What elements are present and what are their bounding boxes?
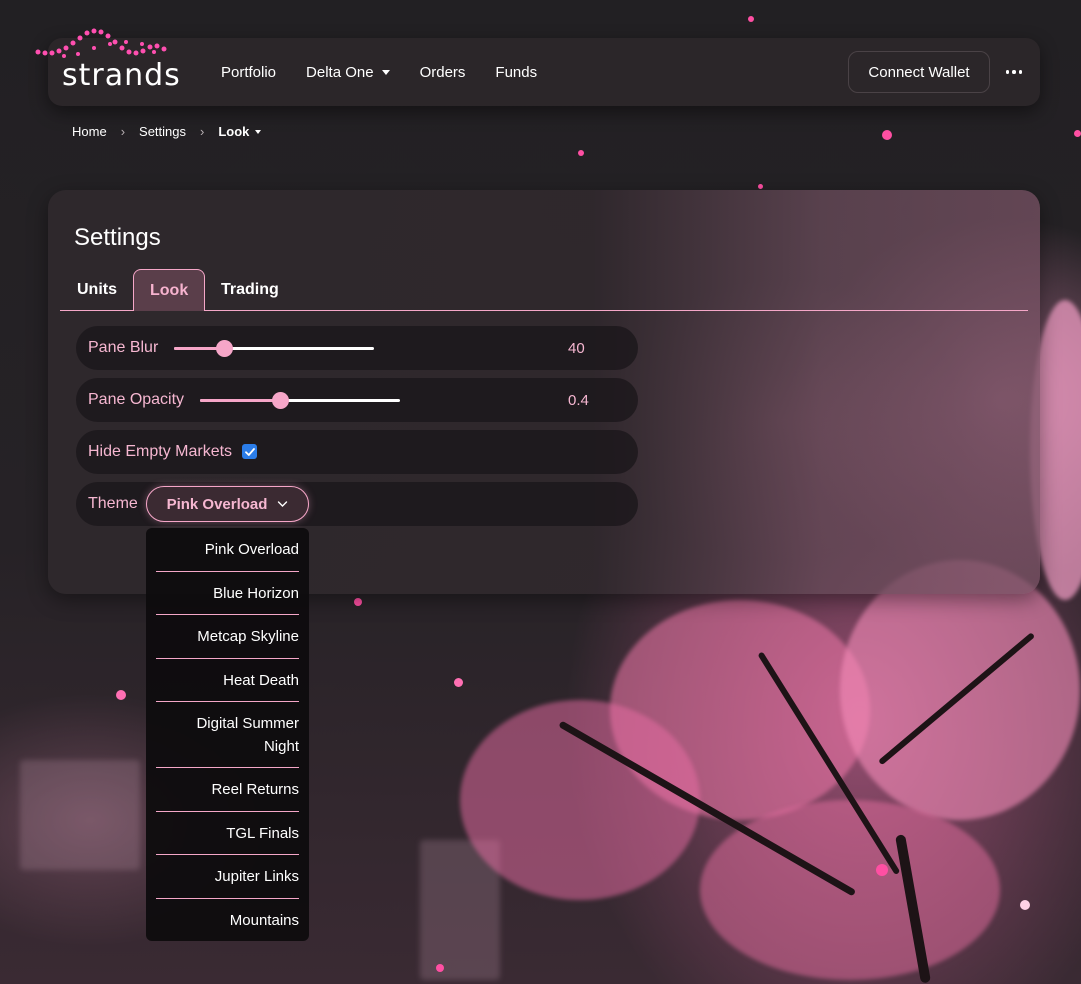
theme-option-heat-death[interactable]: Heat Death <box>156 669 299 692</box>
hide-empty-markets-row: Hide Empty Markets <box>76 430 638 474</box>
tree-foliage <box>840 560 1080 820</box>
theme-option-blue-horizon[interactable]: Blue Horizon <box>156 582 299 605</box>
nav-portfolio[interactable]: Portfolio <box>221 64 276 81</box>
theme-option-reel-returns[interactable]: Reel Returns <box>156 778 299 801</box>
theme-option-tgl-finals[interactable]: TGL Finals <box>156 822 299 845</box>
petal <box>354 598 362 606</box>
breadcrumb-current[interactable]: Look <box>218 124 262 139</box>
tree-foliage <box>460 700 700 900</box>
theme-select[interactable]: Pink Overload <box>146 486 309 522</box>
petal <box>436 964 444 972</box>
connect-wallet-button[interactable]: Connect Wallet <box>848 51 990 93</box>
petal <box>454 678 463 687</box>
top-navbar: strands Portfolio Delta One Orders Funds… <box>35 28 1040 106</box>
tab-trading[interactable]: Trading <box>205 269 295 311</box>
theme-option-pink-overload[interactable]: Pink Overload <box>156 538 299 561</box>
menu-divider <box>156 571 299 572</box>
theme-option-metcap-skyline[interactable]: Metcap Skyline <box>156 625 299 648</box>
petal <box>578 150 584 156</box>
tab-units[interactable]: Units <box>61 269 133 311</box>
caret-down-icon <box>381 69 390 75</box>
nav-delta-one-label: Delta One <box>306 63 374 81</box>
petal <box>1020 900 1030 910</box>
pane-opacity-slider-fill <box>200 399 280 402</box>
menu-divider <box>156 811 299 812</box>
tree-foliage <box>610 600 870 820</box>
theme-label: Theme <box>88 495 138 512</box>
pane-blur-label: Pane Blur <box>88 339 159 356</box>
more-horizontal-icon[interactable] <box>1004 62 1024 82</box>
menu-divider <box>156 701 299 702</box>
tree-branch <box>895 834 931 984</box>
menu-divider <box>156 898 299 899</box>
menu-divider <box>156 614 299 615</box>
petal <box>116 690 126 700</box>
hide-empty-markets-checkbox[interactable] <box>242 444 257 459</box>
page-title: Settings <box>74 224 161 251</box>
breadcrumb: Home › Settings › Look <box>72 124 262 139</box>
tree-branch <box>757 651 901 876</box>
breadcrumb-current-label: Look <box>218 124 250 139</box>
pane-opacity-slider[interactable] <box>200 392 400 409</box>
tab-look[interactable]: Look <box>133 269 206 311</box>
pane-opacity-row: Pane Opacity 0.4 <box>76 378 638 422</box>
nav-delta-one[interactable]: Delta One <box>306 64 390 81</box>
pane-opacity-label: Pane Opacity <box>88 391 185 408</box>
chevron-right-icon: › <box>200 124 205 139</box>
background-building <box>20 760 140 870</box>
tree-branch <box>558 720 857 897</box>
background-building <box>420 840 500 980</box>
main-nav: Portfolio Delta One Orders Funds <box>221 38 567 106</box>
pane-blur-slider-thumb[interactable] <box>216 340 233 357</box>
petal <box>882 130 892 140</box>
menu-divider <box>156 854 299 855</box>
theme-option-jupiter-links[interactable]: Jupiter Links <box>156 865 299 888</box>
caret-down-icon <box>255 129 262 134</box>
theme-select-value: Pink Overload <box>166 495 268 513</box>
pane-opacity-value: 0.4 <box>568 391 589 409</box>
theme-row: Theme Pink Overload <box>76 482 638 526</box>
nav-funds-label: Funds <box>495 63 538 81</box>
nav-orders[interactable]: Orders <box>420 64 466 81</box>
pane-blur-slider[interactable] <box>174 340 374 357</box>
menu-divider <box>156 658 299 659</box>
menu-divider <box>156 767 299 768</box>
tree-branch <box>878 632 1036 766</box>
checkmark-icon <box>244 447 255 456</box>
nav-orders-label: Orders <box>419 63 466 81</box>
breadcrumb-settings[interactable]: Settings <box>139 124 186 139</box>
logo-wave-icon <box>35 28 167 58</box>
nav-portfolio-label: Portfolio <box>221 63 277 81</box>
logo-wordmark: strands <box>62 58 181 93</box>
nav-funds[interactable]: Funds <box>495 64 537 81</box>
theme-option-mountains[interactable]: Mountains <box>156 909 299 932</box>
petal <box>1074 130 1081 137</box>
settings-tabs: Units Look Trading <box>60 269 1028 311</box>
petal <box>758 184 763 189</box>
hide-empty-markets-label: Hide Empty Markets <box>88 443 233 460</box>
tree-foliage <box>700 800 1000 980</box>
theme-dropdown-menu: Pink Overload Blue Horizon Metcap Skylin… <box>146 528 309 941</box>
petal <box>876 864 888 876</box>
pane-blur-row: Pane Blur 40 <box>76 326 638 370</box>
chevron-down-icon <box>278 501 288 507</box>
pane-opacity-slider-thumb[interactable] <box>272 392 289 409</box>
strands-logo[interactable]: strands <box>34 22 194 93</box>
chevron-right-icon: › <box>120 124 126 139</box>
petal <box>748 16 754 22</box>
breadcrumb-home[interactable]: Home <box>72 124 107 139</box>
theme-option-digital-summer-night[interactable]: Digital Summer Night <box>156 712 299 758</box>
pane-blur-value: 40 <box>568 339 585 357</box>
